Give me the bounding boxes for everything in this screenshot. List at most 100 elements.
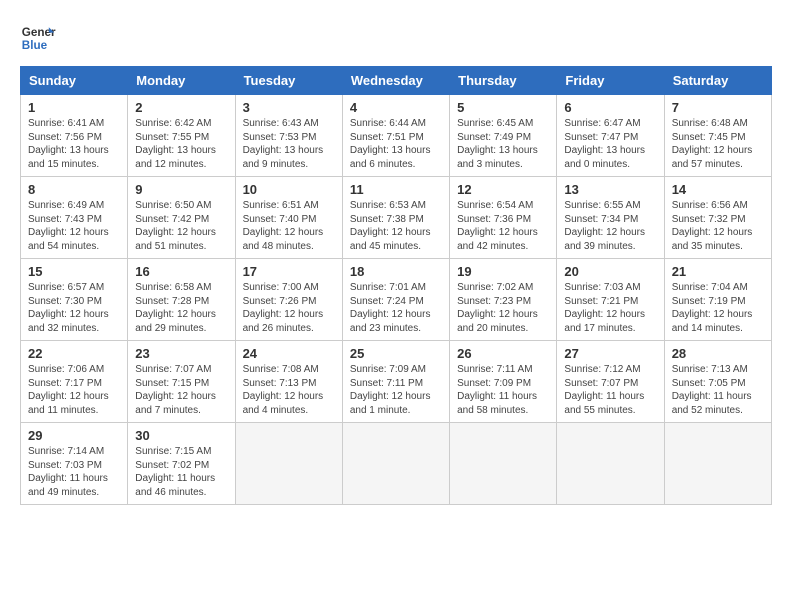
day-info: Sunrise: 7:09 AM Sunset: 7:11 PM Dayligh…: [350, 363, 442, 417]
col-header-saturday: Saturday: [664, 67, 771, 95]
day-number: 14: [672, 182, 764, 197]
calendar-day: 8 Sunrise: 6:49 AM Sunset: 7:43 PM Daylig…: [21, 177, 128, 259]
calendar-day: 29 Sunrise: 7:14 AM Sunset: 7:03 PM Dayli…: [21, 423, 128, 505]
calendar-day: 13Sunrise: 6:55 AM Sunset: 7:34 PM Dayli…: [557, 177, 664, 259]
calendar-table: SundayMondayTuesdayWednesdayThursdayFrid…: [20, 66, 772, 505]
day-info: Sunrise: 6:45 AM Sunset: 7:49 PM Dayligh…: [457, 117, 549, 171]
calendar-day: 25Sunrise: 7:09 AM Sunset: 7:11 PM Dayli…: [342, 341, 449, 423]
day-number: 16: [135, 264, 227, 279]
day-number: 15: [28, 264, 120, 279]
calendar-week-2: 8 Sunrise: 6:49 AM Sunset: 7:43 PM Daylig…: [21, 177, 772, 259]
calendar-day: 2Sunrise: 6:42 AM Sunset: 7:55 PM Daylig…: [128, 95, 235, 177]
calendar-day: 18 Sunrise: 7:01 AM Sunset: 7:24 PM Dayli…: [342, 259, 449, 341]
day-info: Sunrise: 7:07 AM Sunset: 7:15 PM Dayligh…: [135, 363, 227, 417]
general-blue-icon: General Blue: [20, 20, 56, 56]
calendar-day: 23 Sunrise: 7:07 AM Sunset: 7:15 PM Dayli…: [128, 341, 235, 423]
svg-text:General: General: [22, 26, 56, 39]
day-info: Sunrise: 6:50 AM Sunset: 7:42 PM Dayligh…: [135, 199, 227, 253]
calendar-day: 7Sunrise: 6:48 AM Sunset: 7:45 PM Daylig…: [664, 95, 771, 177]
day-number: 21: [672, 264, 764, 279]
day-info: Sunrise: 6:57 AM Sunset: 7:30 PM Dayligh…: [28, 281, 120, 335]
calendar-day: [557, 423, 664, 505]
calendar-day: 9 Sunrise: 6:50 AM Sunset: 7:42 PM Daylig…: [128, 177, 235, 259]
calendar-day: 16 Sunrise: 6:58 AM Sunset: 7:28 PM Dayli…: [128, 259, 235, 341]
day-info: Sunrise: 6:43 AM Sunset: 7:53 PM Dayligh…: [243, 117, 335, 171]
calendar-day: 12Sunrise: 6:54 AM Sunset: 7:36 PM Dayli…: [450, 177, 557, 259]
day-number: 6: [564, 100, 656, 115]
day-info: Sunrise: 6:47 AM Sunset: 7:47 PM Dayligh…: [564, 117, 656, 171]
calendar-day: 27 Sunrise: 7:12 AM Sunset: 7:07 PM Dayli…: [557, 341, 664, 423]
day-number: 27: [564, 346, 656, 361]
col-header-tuesday: Tuesday: [235, 67, 342, 95]
col-header-friday: Friday: [557, 67, 664, 95]
calendar-day: 6 Sunrise: 6:47 AM Sunset: 7:47 PM Daylig…: [557, 95, 664, 177]
calendar-day: 15 Sunrise: 6:57 AM Sunset: 7:30 PM Dayli…: [21, 259, 128, 341]
calendar-day: [450, 423, 557, 505]
day-number: 22: [28, 346, 120, 361]
day-info: Sunrise: 7:04 AM Sunset: 7:19 PM Dayligh…: [672, 281, 764, 335]
col-header-monday: Monday: [128, 67, 235, 95]
day-number: 4: [350, 100, 442, 115]
day-number: 9: [135, 182, 227, 197]
day-info: Sunrise: 7:14 AM Sunset: 7:03 PM Dayligh…: [28, 445, 120, 499]
day-info: Sunrise: 7:12 AM Sunset: 7:07 PM Dayligh…: [564, 363, 656, 417]
calendar-day: 14 Sunrise: 6:56 AM Sunset: 7:32 PM Dayli…: [664, 177, 771, 259]
day-number: 30: [135, 428, 227, 443]
day-info: Sunrise: 7:03 AM Sunset: 7:21 PM Dayligh…: [564, 281, 656, 335]
day-number: 8: [28, 182, 120, 197]
day-info: Sunrise: 7:01 AM Sunset: 7:24 PM Dayligh…: [350, 281, 442, 335]
calendar-day: 10 Sunrise: 6:51 AM Sunset: 7:40 PM Dayli…: [235, 177, 342, 259]
day-info: Sunrise: 7:11 AM Sunset: 7:09 PM Dayligh…: [457, 363, 549, 417]
calendar-day: 26 Sunrise: 7:11 AM Sunset: 7:09 PM Dayli…: [450, 341, 557, 423]
calendar-day: [235, 423, 342, 505]
day-number: 5: [457, 100, 549, 115]
day-number: 29: [28, 428, 120, 443]
day-info: Sunrise: 7:08 AM Sunset: 7:13 PM Dayligh…: [243, 363, 335, 417]
day-info: Sunrise: 6:53 AM Sunset: 7:38 PM Dayligh…: [350, 199, 442, 253]
calendar-day: 11 Sunrise: 6:53 AM Sunset: 7:38 PM Dayli…: [342, 177, 449, 259]
day-info: Sunrise: 6:49 AM Sunset: 7:43 PM Dayligh…: [28, 199, 120, 253]
day-number: 17: [243, 264, 335, 279]
calendar-day: 21 Sunrise: 7:04 AM Sunset: 7:19 PM Dayli…: [664, 259, 771, 341]
day-info: Sunrise: 6:54 AM Sunset: 7:36 PM Dayligh…: [457, 199, 549, 253]
calendar-day: 19 Sunrise: 7:02 AM Sunset: 7:23 PM Dayli…: [450, 259, 557, 341]
day-info: Sunrise: 6:44 AM Sunset: 7:51 PM Dayligh…: [350, 117, 442, 171]
col-header-sunday: Sunday: [21, 67, 128, 95]
day-number: 7: [672, 100, 764, 115]
calendar-day: [342, 423, 449, 505]
svg-text:Blue: Blue: [22, 39, 48, 52]
day-info: Sunrise: 6:51 AM Sunset: 7:40 PM Dayligh…: [243, 199, 335, 253]
calendar-week-1: 1 Sunrise: 6:41 AM Sunset: 7:56 PM Daylig…: [21, 95, 772, 177]
day-info: Sunrise: 7:02 AM Sunset: 7:23 PM Dayligh…: [457, 281, 549, 335]
day-number: 20: [564, 264, 656, 279]
calendar-week-4: 22 Sunrise: 7:06 AM Sunset: 7:17 PM Dayli…: [21, 341, 772, 423]
calendar-day: 22 Sunrise: 7:06 AM Sunset: 7:17 PM Dayli…: [21, 341, 128, 423]
day-info: Sunrise: 7:13 AM Sunset: 7:05 PM Dayligh…: [672, 363, 764, 417]
calendar-day: 28 Sunrise: 7:13 AM Sunset: 7:05 PM Dayli…: [664, 341, 771, 423]
day-number: 1: [28, 100, 120, 115]
page-header: General Blue: [20, 20, 772, 56]
day-number: 26: [457, 346, 549, 361]
calendar-day: 4 Sunrise: 6:44 AM Sunset: 7:51 PM Daylig…: [342, 95, 449, 177]
day-info: Sunrise: 6:55 AM Sunset: 7:34 PM Dayligh…: [564, 199, 656, 253]
calendar-day: 30Sunrise: 7:15 AM Sunset: 7:02 PM Dayli…: [128, 423, 235, 505]
calendar-day: 1 Sunrise: 6:41 AM Sunset: 7:56 PM Daylig…: [21, 95, 128, 177]
day-number: 23: [135, 346, 227, 361]
day-info: Sunrise: 7:06 AM Sunset: 7:17 PM Dayligh…: [28, 363, 120, 417]
day-info: Sunrise: 7:00 AM Sunset: 7:26 PM Dayligh…: [243, 281, 335, 335]
calendar-day: [664, 423, 771, 505]
day-number: 18: [350, 264, 442, 279]
day-info: Sunrise: 6:56 AM Sunset: 7:32 PM Dayligh…: [672, 199, 764, 253]
day-number: 11: [350, 182, 442, 197]
day-info: Sunrise: 6:58 AM Sunset: 7:28 PM Dayligh…: [135, 281, 227, 335]
calendar-day: 24Sunrise: 7:08 AM Sunset: 7:13 PM Dayli…: [235, 341, 342, 423]
day-number: 28: [672, 346, 764, 361]
day-info: Sunrise: 6:41 AM Sunset: 7:56 PM Dayligh…: [28, 117, 120, 171]
day-number: 19: [457, 264, 549, 279]
calendar-day: 5 Sunrise: 6:45 AM Sunset: 7:49 PM Daylig…: [450, 95, 557, 177]
calendar-day: 20 Sunrise: 7:03 AM Sunset: 7:21 PM Dayli…: [557, 259, 664, 341]
header-row: SundayMondayTuesdayWednesdayThursdayFrid…: [21, 67, 772, 95]
day-number: 10: [243, 182, 335, 197]
day-number: 2: [135, 100, 227, 115]
calendar-day: 3Sunrise: 6:43 AM Sunset: 7:53 PM Daylig…: [235, 95, 342, 177]
